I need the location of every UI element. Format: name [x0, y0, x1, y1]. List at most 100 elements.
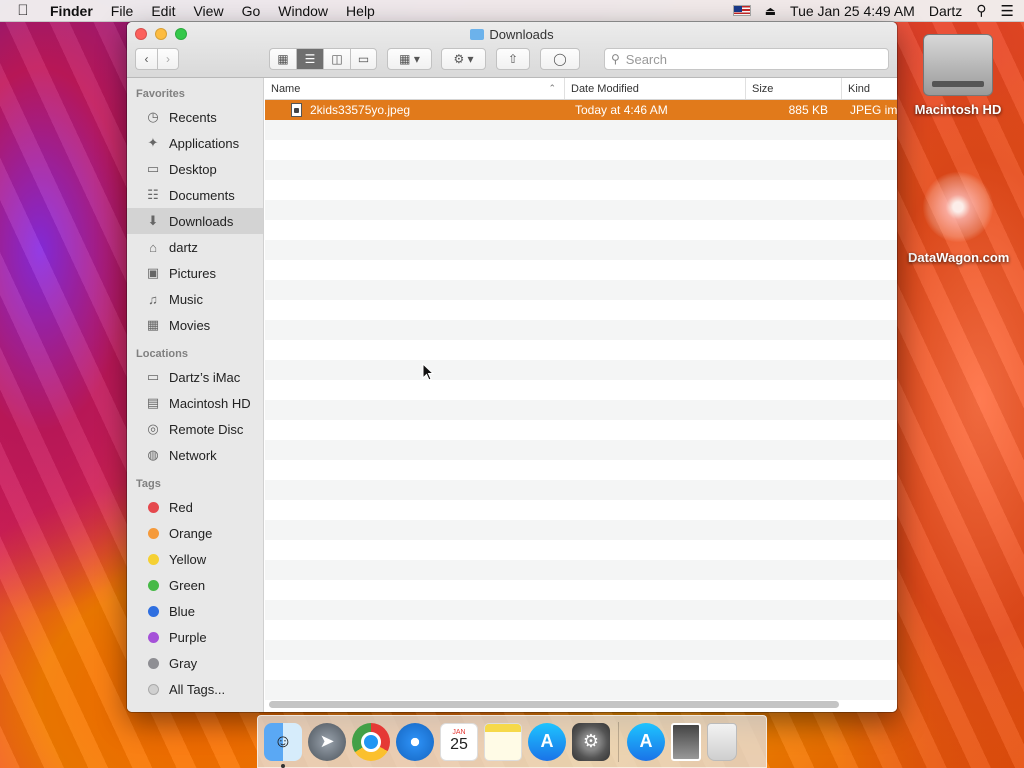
file-row[interactable]: 2kids33575yo.jpeg Today at 4:46 AM 885 K… — [265, 100, 897, 120]
menu-edit[interactable]: Edit — [142, 3, 184, 19]
sidebar-item-dartz[interactable]: ⌂ dartz — [127, 234, 263, 260]
column-header-label: Name — [271, 82, 301, 95]
sidebar-item-desktop[interactable]: ▭ Desktop — [127, 156, 263, 182]
tag-dot-icon — [144, 655, 162, 671]
dock: ☺ ➤ JAN 25 A ⚙ A — [257, 715, 767, 768]
column-view-button[interactable]: ◫ — [323, 48, 350, 70]
music-note-icon: ♫ — [148, 291, 158, 307]
eject-icon[interactable]: ⏏ — [765, 4, 776, 18]
dock-app-store-icon[interactable]: A — [528, 722, 566, 761]
dock-calendar-icon[interactable]: JAN 25 — [440, 722, 478, 761]
home-icon: ⌂ — [149, 239, 157, 255]
desktop-icon-macintosh-hd[interactable]: Macintosh HD — [908, 34, 1008, 117]
sidebar-item-all-tags[interactable]: All Tags... — [127, 676, 263, 702]
menu-go[interactable]: Go — [233, 3, 270, 19]
tag-button[interactable]: ◯ — [540, 48, 580, 70]
sidebar-item-recents[interactable]: ◷ Recents — [127, 104, 263, 130]
file-name: 2kids33575yo.jpeg — [310, 103, 411, 117]
back-button[interactable]: ‹ — [135, 48, 157, 70]
desktop-icon-datawagon[interactable]: DataWagon.com — [908, 172, 1009, 265]
sidebar-item-yellow[interactable]: Yellow — [127, 546, 263, 572]
sidebar-item-purple[interactable]: Purple — [127, 624, 263, 650]
icon-view-button[interactable]: ▦ — [269, 48, 296, 70]
sidebar-item-documents[interactable]: ☷ Documents — [127, 182, 263, 208]
menu-help[interactable]: Help — [337, 3, 384, 19]
sidebar-item-label: Downloads — [169, 213, 234, 229]
menu-app-finder[interactable]: Finder — [46, 3, 102, 19]
search-icon: ⚲ — [611, 52, 620, 66]
sidebar-item-dartz-s-imac[interactable]: ▭ Dartz’s iMac — [127, 364, 263, 390]
notification-center-icon[interactable]: ☰ — [1001, 2, 1014, 20]
forward-button[interactable]: › — [157, 48, 179, 70]
clock-icon: ◷ — [147, 109, 159, 124]
finder-window: Downloads ‹ › ▦ ☰ ◫ ▭ ▦ ▾ ⚙ ▾ ⇧ ◯ ⚲ Sear… — [127, 22, 897, 712]
documents-icon: ☷ — [147, 187, 159, 202]
sidebar-item-gray[interactable]: Gray — [127, 650, 263, 676]
menu-clock[interactable]: Tue Jan 25 4:49 AM — [790, 3, 915, 19]
sidebar-item-movies[interactable]: ▦ Movies — [127, 312, 263, 338]
menu-window[interactable]: Window — [269, 3, 337, 19]
file-kind: JPEG im — [850, 103, 897, 117]
tag-dot-icon — [144, 525, 162, 541]
search-field[interactable]: ⚲ Search — [604, 48, 889, 70]
window-title: Downloads — [127, 27, 897, 42]
sidebar-item-label: Remote Disc — [169, 421, 244, 437]
window-title-text: Downloads — [489, 27, 554, 42]
file-list: Name ⌃ Date Modified Size Kind 2kids3357… — [265, 78, 897, 712]
dock-downloads-stack-icon[interactable]: A — [627, 722, 665, 761]
calendar-month: JAN — [452, 729, 466, 736]
sidebar-item-label: All Tags... — [169, 681, 226, 697]
file-size: 885 KB — [788, 103, 828, 117]
gallery-view-button[interactable]: ▭ — [350, 48, 377, 70]
horizontal-scrollbar[interactable] — [269, 701, 839, 708]
input-source-flag-icon[interactable] — [732, 5, 751, 16]
sidebar-item-macintosh-hd[interactable]: ▤ Macintosh HD — [127, 390, 263, 416]
sidebar-item-applications[interactable]: ✦ Applications — [127, 130, 263, 156]
dock-finder-icon[interactable]: ☺ — [264, 722, 302, 768]
tag-dot-icon — [144, 629, 162, 645]
menu-user[interactable]: Dartz — [929, 3, 962, 19]
list-header: Name ⌃ Date Modified Size Kind — [265, 78, 897, 100]
sidebar-item-blue[interactable]: Blue — [127, 598, 263, 624]
sidebar-item-green[interactable]: Green — [127, 572, 263, 598]
dock-trash-icon[interactable] — [707, 722, 737, 761]
sidebar-item-remote-disc[interactable]: ◎ Remote Disc — [127, 416, 263, 442]
menu-file[interactable]: File — [102, 3, 143, 19]
apple-menu-icon[interactable]:  — [0, 2, 46, 19]
dock-notes-icon[interactable] — [484, 722, 522, 761]
spotlight-search-icon[interactable]: ⚲ — [976, 2, 986, 19]
menu-view[interactable]: View — [184, 3, 232, 19]
dock-chrome-icon[interactable] — [352, 722, 390, 761]
window-titlebar[interactable]: Downloads ‹ › ▦ ☰ ◫ ▭ ▦ ▾ ⚙ ▾ ⇧ ◯ ⚲ Sear… — [127, 22, 897, 78]
sidebar-item-orange[interactable]: Orange — [127, 520, 263, 546]
sidebar-item-downloads[interactable]: ⬇ Downloads — [127, 208, 263, 234]
column-header-name[interactable]: Name ⌃ — [265, 78, 565, 99]
folder-icon — [470, 29, 485, 40]
list-view-button[interactable]: ☰ — [296, 48, 323, 70]
sidebar-item-label: Pictures — [169, 265, 216, 281]
disc-icon: ◎ — [147, 421, 159, 436]
download-icon: ⬇ — [147, 213, 159, 228]
dock-photo-stack-icon[interactable] — [671, 722, 701, 761]
column-header-size[interactable]: Size — [746, 78, 842, 99]
sidebar-item-music[interactable]: ♫ Music — [127, 286, 263, 312]
dock-safari-icon[interactable] — [396, 722, 434, 761]
column-header-label: Date Modified — [571, 82, 639, 95]
sidebar-item-label: Applications — [169, 135, 240, 151]
column-header-kind[interactable]: Kind — [842, 78, 897, 99]
sidebar-item-pictures[interactable]: ▣ Pictures — [127, 260, 263, 286]
column-header-label: Size — [752, 82, 774, 95]
sidebar-item-red[interactable]: Red — [127, 494, 263, 520]
sidebar-item-label: Red — [169, 499, 193, 515]
action-gear-button[interactable]: ⚙ ▾ — [441, 48, 486, 70]
sidebar-item-label: Yellow — [169, 551, 207, 567]
dock-launchpad-icon[interactable]: ➤ — [308, 722, 346, 761]
dock-system-preferences-icon[interactable]: ⚙ — [572, 722, 610, 761]
share-button[interactable]: ⇧ — [496, 48, 530, 70]
list-rows: 2kids33575yo.jpeg Today at 4:46 AM 885 K… — [265, 100, 897, 712]
group-by-button[interactable]: ▦ ▾ — [387, 48, 432, 70]
tag-dot-icon — [144, 603, 162, 619]
sidebar-item-network[interactable]: ◍ Network — [127, 442, 263, 468]
sidebar-item-label: Desktop — [169, 161, 217, 177]
column-header-date[interactable]: Date Modified — [565, 78, 746, 99]
